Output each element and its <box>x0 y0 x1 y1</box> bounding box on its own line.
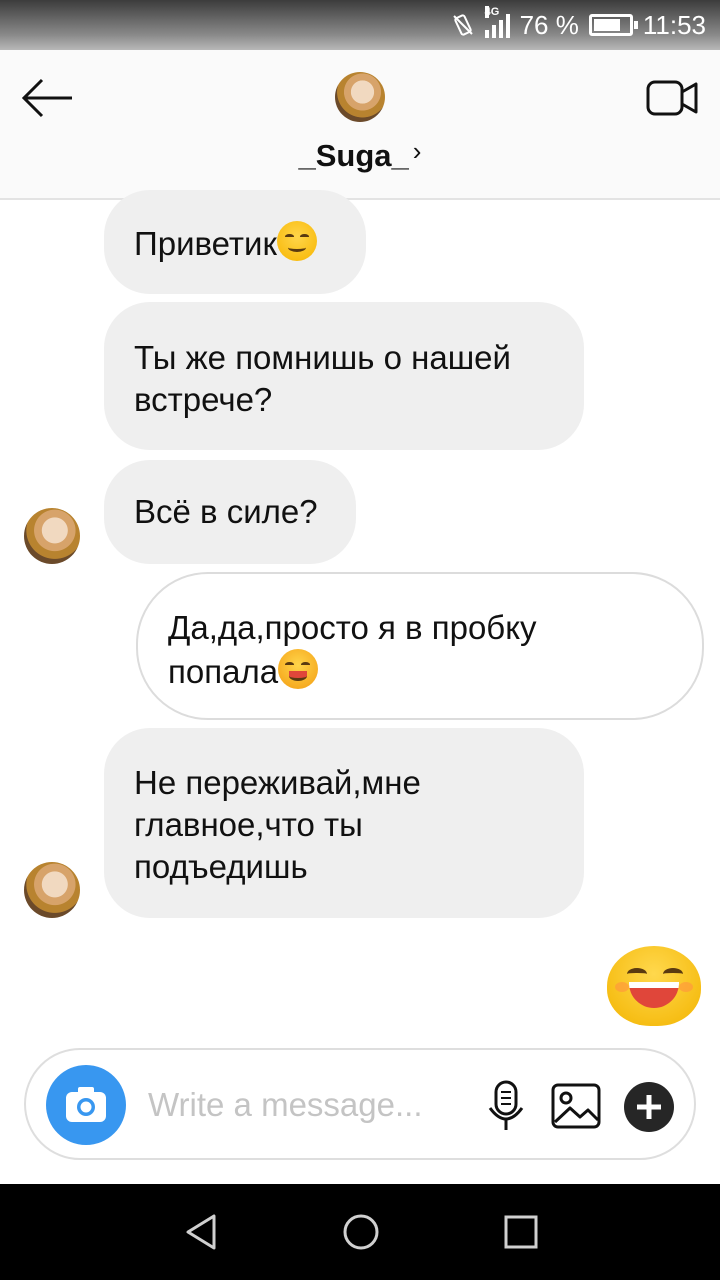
grinning-face-emoji[interactable] <box>607 946 701 1026</box>
network-type: 4G <box>484 6 500 18</box>
message-text: Всё в силе? <box>134 493 318 530</box>
camera-icon <box>66 1087 106 1122</box>
battery-icon <box>588 14 638 36</box>
message-bubble-incoming[interactable]: Всё в силе? <box>104 460 356 564</box>
message-composer <box>24 1048 696 1160</box>
message-line: попала <box>168 653 279 690</box>
battery-percent: 76 % <box>519 9 579 40</box>
message-input[interactable] <box>148 1080 468 1130</box>
video-camera-icon[interactable] <box>646 76 698 120</box>
gallery-icon[interactable] <box>550 1080 602 1132</box>
chevron-right-icon: › <box>412 136 422 166</box>
message-bubble-incoming[interactable]: Приветик <box>104 190 366 294</box>
signal-icon: 4G <box>484 6 510 38</box>
username-title[interactable]: _Suga_ › <box>0 136 720 174</box>
message-bubble-incoming[interactable]: Ты же помнишь о нашей встрече? <box>104 302 584 450</box>
message-line: Ты же помнишь о нашей <box>134 339 511 376</box>
smiling-face-emoji <box>276 221 317 261</box>
crying-laughing-emoji <box>278 649 319 689</box>
message-line: главное,что ты <box>134 806 363 843</box>
microphone-icon[interactable] <box>486 1078 526 1134</box>
message-text: Приветик <box>134 225 277 262</box>
plus-button[interactable] <box>624 1082 674 1132</box>
chat-header: _Suga_ › <box>0 50 720 200</box>
camera-button[interactable] <box>46 1065 126 1145</box>
header-avatar[interactable] <box>335 72 385 122</box>
plus-icon <box>637 1095 661 1119</box>
message-line: Не переживай,мне <box>134 764 421 801</box>
sender-avatar[interactable] <box>24 508 80 564</box>
message-bubble-incoming[interactable]: Не переживай,мне главное,что ты подъедиш… <box>104 728 584 918</box>
home-circle-icon[interactable] <box>337 1208 385 1256</box>
system-nav-bar <box>0 1184 720 1280</box>
status-bar: 4G 76 % 11:53 <box>0 0 720 50</box>
vibrate-icon <box>452 14 473 36</box>
message-line: подъедишь <box>134 848 308 885</box>
clock: 11:53 <box>642 9 706 40</box>
sender-avatar[interactable] <box>24 862 80 918</box>
back-triangle-icon[interactable] <box>178 1208 226 1256</box>
username-label: _Suga_ <box>298 138 409 173</box>
arrow-left-icon[interactable] <box>20 76 76 120</box>
message-bubble-outgoing[interactable]: Да,да,просто я в пробку попала <box>136 572 704 720</box>
message-line: встрече? <box>134 381 273 418</box>
message-line: Да,да,просто я в пробку <box>168 609 537 646</box>
recents-square-icon[interactable] <box>497 1208 545 1256</box>
